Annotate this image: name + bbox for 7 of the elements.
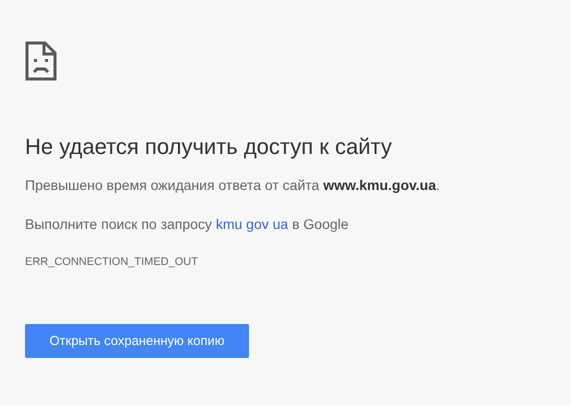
error-message: Превышено время ожидания ответа от сайта www.kmu.gov.ua. xyxy=(25,176,441,194)
error-code: ERR_CONNECTION_TIMED_OUT xyxy=(25,255,199,269)
error-heading: Не удается получить доступ к сайту xyxy=(25,133,393,161)
open-cached-copy-button[interactable]: Открыть сохраненную копию xyxy=(25,324,249,358)
sad-page-icon xyxy=(25,41,57,81)
search-suggestion: Выполните поиск по запросу kmu gov ua в Google xyxy=(25,215,350,233)
search-link[interactable]: kmu gov ua xyxy=(216,216,288,232)
